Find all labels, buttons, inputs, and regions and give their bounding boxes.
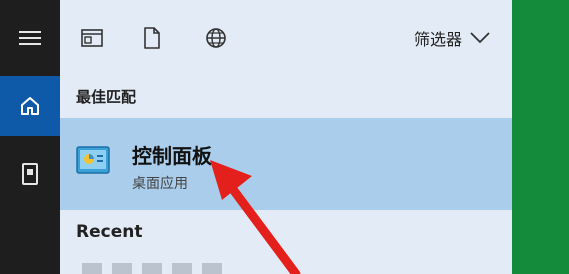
documents-filter-button[interactable]	[140, 26, 164, 50]
best-match-title: 控制面板	[132, 144, 212, 168]
document-icon	[144, 27, 160, 49]
web-filter-button[interactable]	[204, 26, 228, 50]
documents-rail-button[interactable]	[0, 144, 60, 204]
start-nav-rail	[0, 0, 60, 274]
recent-item-partial[interactable]	[82, 262, 272, 274]
notebook-icon	[22, 163, 38, 185]
control-panel-icon	[76, 146, 110, 174]
filter-dropdown[interactable]: 筛选器	[414, 26, 490, 50]
best-match-heading: 最佳匹配	[76, 88, 137, 106]
search-results-panel: 筛选器 最佳匹配 控制面板 桌面应用 Recent	[60, 0, 512, 274]
chevron-down-icon	[470, 32, 490, 44]
home-icon	[21, 97, 39, 115]
hamburger-icon	[19, 31, 41, 45]
app-window-icon	[81, 29, 103, 47]
desktop-background	[512, 0, 569, 274]
menu-button[interactable]	[0, 8, 60, 68]
home-button[interactable]	[0, 76, 60, 136]
filter-toolbar: 筛选器	[60, 0, 512, 75]
apps-filter-button[interactable]	[80, 26, 104, 50]
recent-heading: Recent	[76, 222, 143, 242]
best-match-result[interactable]: 控制面板 桌面应用	[60, 118, 512, 210]
globe-icon	[206, 28, 226, 48]
best-match-subtitle: 桌面应用	[132, 176, 188, 192]
filter-label: 筛选器	[413, 30, 462, 49]
